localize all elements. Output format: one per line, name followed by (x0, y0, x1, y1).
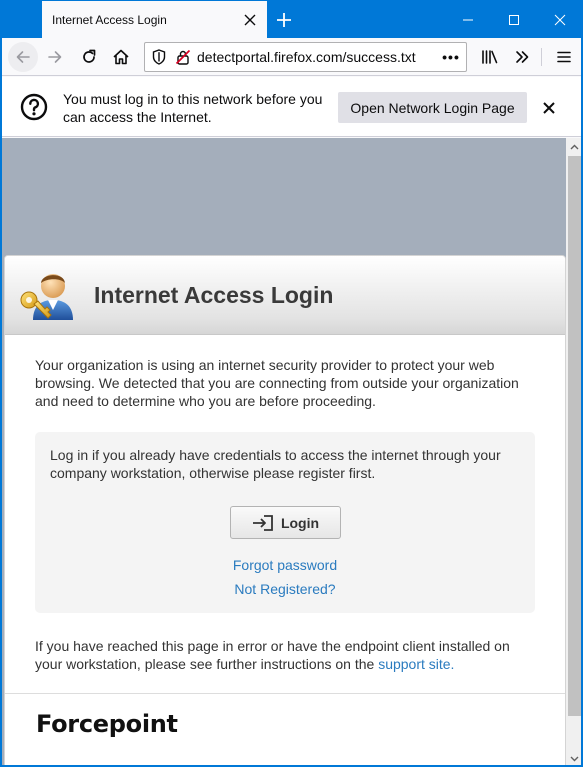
footer-text: If you have reached this page in error o… (35, 637, 535, 673)
notification-message: You must log in to this network before y… (63, 91, 323, 125)
tab-internet-access-login[interactable]: Internet Access Login (42, 1, 267, 38)
navigation-toolbar: detectportal.firefox.com/success.txt ••• (2, 38, 581, 76)
page-title: Internet Access Login (94, 282, 334, 308)
login-button[interactable]: Login (230, 506, 341, 539)
home-icon (113, 49, 129, 65)
minimize-icon (463, 19, 473, 20)
back-button[interactable] (8, 42, 38, 72)
user-key-icon (20, 274, 73, 320)
scroll-up-button[interactable] (566, 138, 581, 155)
forward-button[interactable] (40, 42, 70, 72)
maximize-button[interactable] (491, 1, 537, 38)
scroll-down-button[interactable] (566, 750, 581, 765)
chevron-up-icon (570, 144, 579, 149)
forgot-password-link[interactable]: Forgot password (35, 557, 535, 573)
app-menu-button[interactable] (549, 42, 579, 72)
not-registered-link[interactable]: Not Registered? (35, 581, 535, 597)
toolbar-separator (541, 48, 542, 66)
captive-portal-notification: You must log in to this network before y… (2, 77, 581, 137)
tab-strip: Internet Access Login (2, 1, 581, 38)
tab-title: Internet Access Login (52, 12, 167, 27)
back-arrow-icon (16, 51, 30, 63)
vertical-scrollbar[interactable] (566, 138, 581, 765)
browser-window: Internet Access Login detectportal.firef… (1, 0, 582, 766)
forcepoint-logo: Forcepoint (36, 710, 178, 738)
hamburger-menu-icon (557, 51, 571, 63)
support-site-link[interactable]: support site. (378, 656, 454, 672)
close-icon (543, 102, 555, 114)
login-prompt: Log in if you already have credentials t… (50, 447, 501, 481)
maximize-icon (509, 14, 519, 25)
open-network-login-page-button[interactable]: Open Network Login Page (338, 92, 527, 123)
card-body: Your organization is using an internet s… (5, 335, 565, 673)
plus-icon (277, 13, 291, 27)
new-tab-button[interactable] (270, 6, 298, 34)
chevron-down-icon (570, 756, 579, 761)
window-close-button[interactable] (537, 1, 581, 38)
login-button-label: Login (280, 514, 320, 531)
reload-button[interactable] (74, 42, 104, 72)
login-panel: Log in if you already have credentials t… (35, 432, 535, 613)
home-button[interactable] (106, 42, 136, 72)
question-mark-icon (20, 93, 48, 121)
url-text[interactable]: detectportal.firefox.com/success.txt (195, 49, 436, 65)
footer-divider (5, 693, 565, 694)
library-button[interactable] (475, 42, 505, 72)
address-bar[interactable]: detectportal.firefox.com/success.txt ••• (144, 42, 467, 72)
sign-in-icon (252, 514, 273, 531)
intro-text: Your organization is using an internet s… (35, 357, 519, 409)
minimize-button[interactable] (445, 1, 491, 38)
forward-arrow-icon (48, 51, 62, 63)
page-viewport: Internet Access Login Your organization … (2, 138, 566, 765)
overflow-menu-button[interactable] (507, 42, 537, 72)
notification-close-button[interactable] (538, 97, 560, 119)
tracking-protection-shield-icon[interactable] (147, 43, 171, 71)
reload-icon (83, 49, 96, 63)
tab-close-icon[interactable] (237, 7, 263, 33)
library-icon (482, 50, 498, 64)
insecure-lock-icon[interactable] (171, 43, 195, 71)
card-header: Internet Access Login (5, 256, 565, 335)
scrollbar-thumb[interactable] (568, 156, 581, 716)
double-chevron-icon (516, 51, 529, 63)
close-icon (554, 14, 566, 25)
login-card: Internet Access Login Your organization … (4, 255, 566, 765)
page-actions-more-button[interactable]: ••• (436, 43, 466, 71)
